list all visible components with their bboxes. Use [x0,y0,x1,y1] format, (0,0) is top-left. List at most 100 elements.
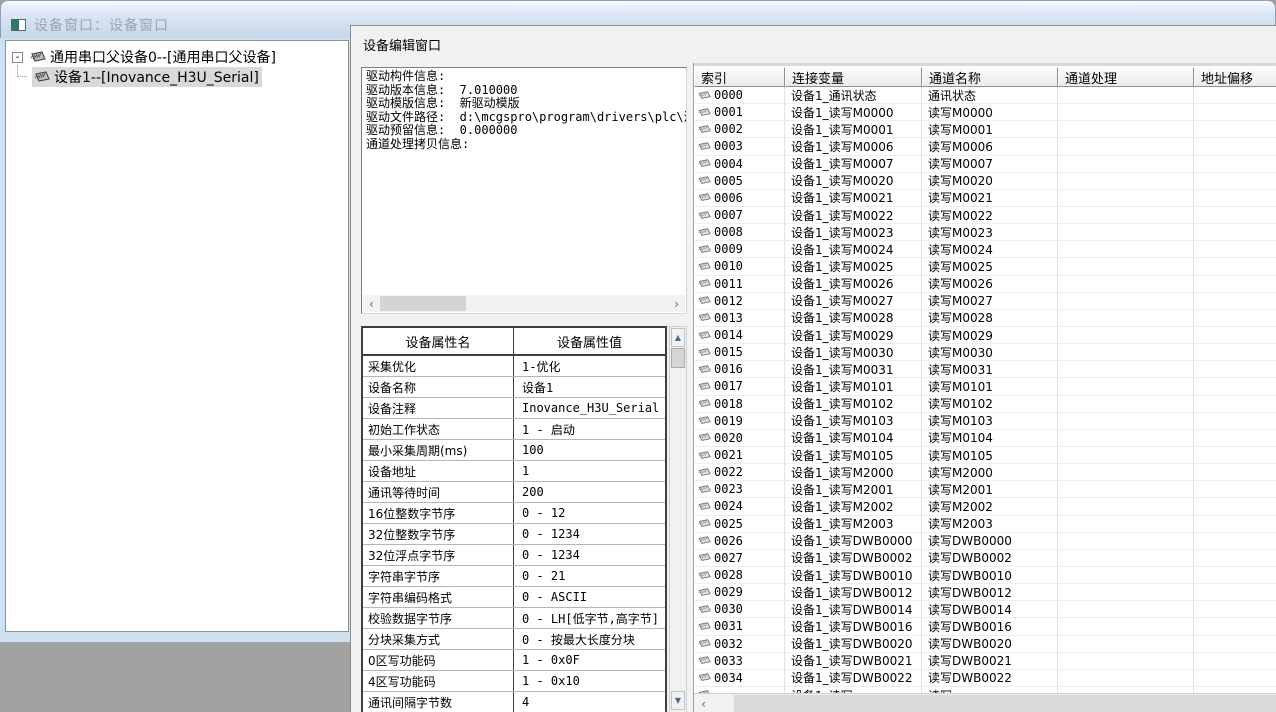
channel-process-cell[interactable] [1058,464,1194,480]
channel-address-offset-cell[interactable] [1194,121,1276,137]
channel-process-cell[interactable] [1058,618,1194,634]
property-row[interactable]: 分块采集方式 0 - 按最大长度分块 [363,629,665,650]
channel-index-cell[interactable]: 0009 [694,241,785,257]
channel-name-cell[interactable]: 读写DWB0022 [922,670,1058,686]
channel-link-variable-cell[interactable]: 设备1_读写DWB0016 [785,618,922,634]
property-value-cell[interactable]: 1 - 0x10 [514,671,665,691]
channel-link-variable-cell[interactable]: 设备1_读写DWB0021 [785,653,922,669]
channel-link-variable-cell[interactable]: 设备1_读写M0007 [785,156,922,172]
channel-process-cell[interactable] [1058,430,1194,446]
property-row[interactable]: 最小采集周期(ms) 100 [363,440,665,461]
channel-address-offset-cell[interactable] [1194,636,1276,652]
scroll-right-icon[interactable]: › [668,295,685,312]
channel-row[interactable]: 0003 设备1_读写M0006 读写M0006 [694,138,1276,155]
channel-address-offset-cell[interactable] [1194,550,1276,566]
channel-row[interactable]: 0026 设备1_读写DWB0000 读写DWB0000 [694,533,1276,550]
channel-index-cell[interactable]: 0032 [694,636,785,652]
channel-index-cell[interactable]: 0015 [694,344,785,360]
channel-process-cell[interactable] [1058,498,1194,514]
channel-process-cell[interactable] [1058,567,1194,583]
channel-link-variable-cell[interactable]: 设备1_读写M0024 [785,241,922,257]
channel-index-cell[interactable]: 0002 [694,121,785,137]
property-value-cell[interactable]: 1-优化 [514,356,665,376]
channel-row[interactable]: 0008 设备1_读写M0023 读写M0023 [694,224,1276,241]
channel-link-variable-cell[interactable]: 设备1_读写M0104 [785,430,922,446]
channel-process-cell[interactable] [1058,670,1194,686]
channel-link-variable-cell[interactable]: 设备1_读写DWB0022 [785,670,922,686]
property-row[interactable]: 通讯间隔字节数 4 [363,692,665,712]
channel-link-variable-cell[interactable]: 设备1_读写M0023 [785,224,922,240]
channel-row[interactable]: 0023 设备1_读写M2001 读写M2001 [694,481,1276,498]
channel-process-cell[interactable] [1058,601,1194,617]
property-value-cell[interactable]: 设备1 [514,377,665,397]
channel-row[interactable]: 0013 设备1_读写M0028 读写M0028 [694,310,1276,327]
column-header-channel-name[interactable]: 通道名称 [922,67,1058,87]
channel-row[interactable]: 0027 设备1_读写DWB0002 读写DWB0002 [694,550,1276,567]
property-value-cell[interactable]: 0 - 1234 [514,524,665,544]
collapse-expander-icon[interactable]: - [12,52,23,63]
tree-item-device1[interactable]: 设备1--[Inovance_H3U_Serial] [12,67,348,87]
channel-row[interactable]: 0030 设备1_读写DWB0014 读写DWB0014 [694,601,1276,618]
channel-address-offset-cell[interactable] [1194,224,1276,240]
channel-name-cell[interactable]: 读写M0027 [922,293,1058,309]
channel-row[interactable]: 0010 设备1_读写M0025 读写M0025 [694,258,1276,275]
channel-address-offset-cell[interactable] [1194,413,1276,429]
channel-link-variable-cell[interactable]: 设备1_读写M0020 [785,173,922,189]
channel-process-cell[interactable] [1058,396,1194,412]
property-row[interactable]: 字符串编码格式 0 - ASCII [363,587,665,608]
channel-address-offset-cell[interactable] [1194,498,1276,514]
column-header-link-variable[interactable]: 连接变量 [785,67,922,87]
tree-item-label[interactable]: 通用串口父设备0--[通用串口父设备] [50,47,276,67]
channel-row[interactable]: 0032 设备1_读写DWB0020 读写DWB0020 [694,636,1276,653]
channel-row[interactable]: 0004 设备1_读写M0007 读写M0007 [694,156,1276,173]
channel-row[interactable]: 0022 设备1_读写M2000 读写M2000 [694,464,1276,481]
property-value-cell[interactable]: 0 - ASCII [514,587,665,607]
channel-row[interactable]: 0034 设备1_读写DWB0022 读写DWB0022 [694,670,1276,687]
channel-process-cell[interactable] [1058,378,1194,394]
property-table-vertical-scrollbar[interactable]: ▲ ▼ [669,326,687,712]
channel-index-cell[interactable]: 0021 [694,447,785,463]
channel-row[interactable]: 0009 设备1_读写M0024 读写M0024 [694,241,1276,258]
channel-row[interactable]: 0031 设备1_读写DWB0016 读写DWB0016 [694,618,1276,635]
property-row[interactable]: 0区写功能码 1 - 0x0F [363,650,665,671]
channel-process-cell[interactable] [1058,138,1194,154]
property-value-cell[interactable]: 0 - 21 [514,566,665,586]
channel-name-cell[interactable]: 读写DWB0010 [922,567,1058,583]
channel-name-cell[interactable]: 读写DWB0002 [922,550,1058,566]
channel-link-variable-cell[interactable]: 设备1_读写M0029 [785,327,922,343]
channel-process-cell[interactable] [1058,241,1194,257]
channel-row[interactable]: 0029 设备1_读写DWB0012 读写DWB0012 [694,584,1276,601]
channel-address-offset-cell[interactable] [1194,447,1276,463]
channel-row[interactable]: 0001 设备1_读写M0000 读写M0000 [694,104,1276,121]
channel-index-cell[interactable]: 0016 [694,361,785,377]
channel-link-variable-cell[interactable]: 设备1_读写DWB0000 [785,533,922,549]
channel-name-cell[interactable]: 读写M0031 [922,361,1058,377]
property-row[interactable]: 通讯等待时间 200 [363,482,665,503]
channel-index-cell[interactable]: 0013 [694,310,785,326]
channel-name-cell[interactable]: 读写M2003 [922,516,1058,532]
property-value-cell[interactable]: 1 [514,461,665,481]
scroll-down-icon[interactable]: ▼ [671,691,685,710]
channel-link-variable-cell[interactable]: 设备1_读写M0028 [785,310,922,326]
channel-index-cell[interactable]: 0033 [694,653,785,669]
channel-row[interactable]: 0025 设备1_读写M2003 读写M2003 [694,516,1276,533]
channel-index-cell[interactable]: 0000 [694,87,785,103]
channel-address-offset-cell[interactable] [1194,396,1276,412]
channel-process-cell[interactable] [1058,447,1194,463]
channel-name-cell[interactable]: 读写M0022 [922,207,1058,223]
channel-index-cell[interactable]: 0023 [694,481,785,497]
channel-process-cell[interactable] [1058,653,1194,669]
channel-address-offset-cell[interactable] [1194,241,1276,257]
channel-link-variable-cell[interactable]: 设备1_读写M2003 [785,516,922,532]
channel-name-cell[interactable]: 读写DWB0000 [922,533,1058,549]
channel-index-cell[interactable]: 0017 [694,378,785,394]
channel-row[interactable]: 0021 设备1_读写M0105 读写M0105 [694,447,1276,464]
property-value-cell[interactable]: 1 - 0x0F [514,650,665,670]
channel-index-cell[interactable]: 0011 [694,276,785,292]
channel-index-cell[interactable]: 0014 [694,327,785,343]
channel-row[interactable]: 0028 设备1_读写DWB0010 读写DWB0010 [694,567,1276,584]
driver-info-box[interactable]: 驱动构件信息:驱动版本信息: 7.010000驱动模版信息: 新驱动模版驱动文件… [361,67,687,314]
property-grid[interactable]: 设备属性名 设备属性值 采集优化 1-优化 设备名称 设备1 设备注释 Inov… [361,326,667,712]
channel-index-cell[interactable]: 0012 [694,293,785,309]
property-row[interactable]: 设备注释 Inovance_H3U_Serial [363,398,665,419]
